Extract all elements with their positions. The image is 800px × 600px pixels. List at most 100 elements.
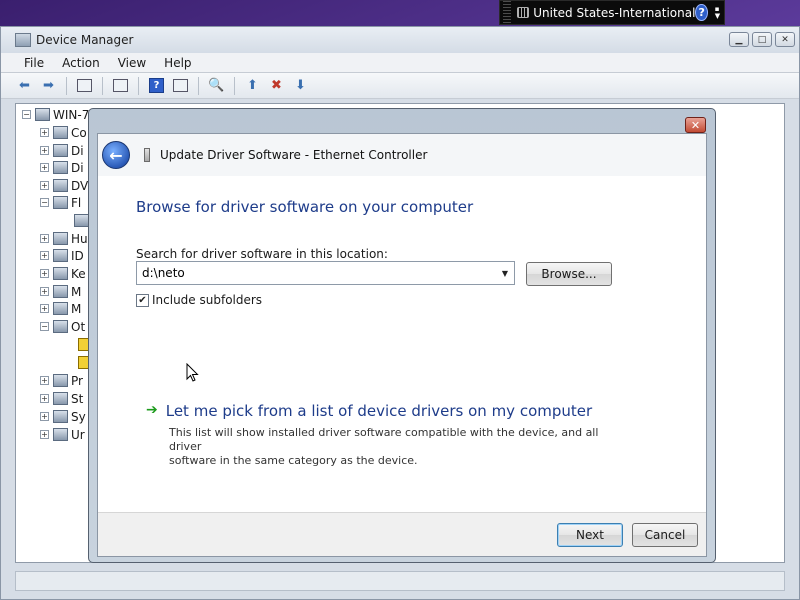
- device-category-icon: [53, 285, 68, 298]
- pick-from-list-title[interactable]: Let me pick from a list of device driver…: [166, 402, 592, 420]
- forward-arrow-icon[interactable]: ➡: [39, 77, 58, 95]
- tree-item[interactable]: + Di: [40, 159, 84, 176]
- expand-icon[interactable]: +: [40, 128, 49, 137]
- tree-item[interactable]: + Ke: [40, 265, 86, 282]
- device-category-icon: [53, 392, 68, 405]
- help-icon[interactable]: ?: [695, 4, 708, 21]
- expand-icon[interactable]: +: [40, 304, 49, 313]
- network-card-icon: [144, 148, 150, 162]
- properties-icon[interactable]: [111, 77, 130, 95]
- update-driver-icon[interactable]: ⬆: [243, 77, 262, 95]
- expand-icon[interactable]: +: [40, 287, 49, 296]
- device-category-icon: [53, 302, 68, 315]
- update-driver-dialog: ✕ ← Update Driver Software - Ethernet Co…: [88, 108, 716, 563]
- scan-hardware-icon[interactable]: 🔍: [207, 77, 226, 95]
- dialog-header: ← Update Driver Software - Ethernet Cont…: [98, 134, 706, 176]
- pick-from-list-description: This list will show installed driver sof…: [169, 426, 599, 467]
- show-hide-tree-icon[interactable]: [75, 77, 94, 95]
- keyboard-icon: [517, 7, 530, 18]
- device-category-icon: [53, 232, 68, 245]
- include-subfolders-checkbox[interactable]: ✔: [136, 293, 149, 307]
- close-icon[interactable]: ✕: [685, 117, 706, 133]
- menu-action[interactable]: Action: [53, 53, 109, 72]
- tree-item[interactable]: + St: [40, 390, 83, 407]
- tree-item[interactable]: − Ot: [40, 318, 85, 335]
- disable-icon[interactable]: ⬇: [291, 77, 310, 95]
- toolbar-separator: [66, 76, 67, 95]
- tree-root[interactable]: − WIN-7: [22, 106, 89, 123]
- maximize-button[interactable]: □: [752, 32, 772, 47]
- tree-item[interactable]: + Co: [40, 124, 87, 141]
- language-label[interactable]: United States-International: [533, 6, 695, 20]
- menu-file[interactable]: File: [15, 53, 53, 72]
- device-category-icon: [53, 428, 68, 441]
- language-bar[interactable]: United States-International ? ▪ ▼: [499, 0, 725, 25]
- device-category-icon: [53, 249, 68, 262]
- window-title: Device Manager: [36, 33, 134, 47]
- tree-item[interactable]: + Hu: [40, 230, 88, 247]
- tree-item[interactable]: + Di: [40, 142, 84, 159]
- toolbar-separator: [198, 76, 199, 95]
- include-subfolders-label[interactable]: Include subfolders: [152, 293, 262, 307]
- expand-icon[interactable]: +: [40, 376, 49, 385]
- device-category-icon: [53, 374, 68, 387]
- tree-item[interactable]: + ID: [40, 247, 84, 264]
- device-category-icon: [53, 320, 68, 333]
- view-icon[interactable]: [171, 77, 190, 95]
- device-category-icon: [53, 144, 68, 157]
- expand-icon[interactable]: +: [40, 163, 49, 172]
- tree-item[interactable]: + Ur: [40, 426, 85, 443]
- expand-icon[interactable]: +: [40, 181, 49, 190]
- location-combobox[interactable]: ▼: [136, 261, 515, 285]
- tree-item[interactable]: − Fl: [40, 194, 81, 211]
- expand-icon[interactable]: +: [40, 412, 49, 421]
- tree-item[interactable]: + DV: [40, 177, 88, 194]
- menu-help[interactable]: Help: [155, 53, 200, 72]
- uninstall-icon[interactable]: ✖: [267, 77, 286, 95]
- cancel-button[interactable]: Cancel: [632, 523, 698, 547]
- back-arrow-icon[interactable]: ⬅: [15, 77, 34, 95]
- chevron-down-icon[interactable]: ▼: [496, 269, 514, 278]
- location-input[interactable]: [142, 266, 496, 280]
- pick-from-list-link[interactable]: ➔ Let me pick from a list of device driv…: [146, 402, 592, 420]
- browse-button[interactable]: Browse...: [526, 262, 612, 286]
- include-subfolders[interactable]: ✔ Include subfolders: [136, 293, 262, 307]
- expand-icon[interactable]: +: [40, 234, 49, 243]
- toolbar-separator: [234, 76, 235, 95]
- expand-icon[interactable]: +: [40, 269, 49, 278]
- expand-icon[interactable]: +: [40, 146, 49, 155]
- mouse-cursor-icon: [186, 363, 199, 382]
- collapse-icon[interactable]: −: [40, 322, 49, 331]
- toolbar: ⬅ ➡ ? 🔍 ⬆ ✖ ⬇: [1, 73, 799, 99]
- toolbar-separator: [138, 76, 139, 95]
- options-icon[interactable]: ▪ ▼: [714, 5, 721, 20]
- device-category-icon: [53, 267, 68, 280]
- tree-item[interactable]: + Pr: [40, 372, 83, 389]
- dialog-footer: Next Cancel: [98, 512, 706, 556]
- device-icon: [74, 214, 89, 227]
- next-button[interactable]: Next: [557, 523, 623, 547]
- title-bar[interactable]: Device Manager ▁ □ ✕: [1, 27, 799, 53]
- tree-item[interactable]: + M: [40, 283, 81, 300]
- tree-item[interactable]: + M: [40, 300, 81, 317]
- dialog-content: ← Update Driver Software - Ethernet Cont…: [97, 133, 707, 557]
- expand-icon[interactable]: +: [40, 251, 49, 260]
- collapse-icon[interactable]: −: [22, 110, 31, 119]
- close-button[interactable]: ✕: [775, 32, 795, 47]
- page-heading: Browse for driver software on your compu…: [136, 198, 474, 216]
- expand-icon[interactable]: +: [40, 430, 49, 439]
- back-arrow-icon[interactable]: ←: [102, 141, 130, 169]
- minimize-button[interactable]: ▁: [729, 32, 749, 47]
- device-manager-icon: [15, 33, 31, 47]
- expand-icon[interactable]: +: [40, 394, 49, 403]
- device-category-icon: [53, 410, 68, 423]
- tree-item[interactable]: + Sy: [40, 408, 86, 425]
- dialog-title: Update Driver Software - Ethernet Contro…: [160, 148, 428, 162]
- collapse-icon[interactable]: −: [40, 198, 49, 207]
- device-category-icon: [53, 161, 68, 174]
- green-arrow-icon: ➔: [146, 402, 158, 418]
- grip-handle[interactable]: [503, 1, 512, 24]
- help-icon[interactable]: ?: [147, 77, 166, 95]
- menu-view[interactable]: View: [109, 53, 155, 72]
- computer-icon: [35, 108, 50, 121]
